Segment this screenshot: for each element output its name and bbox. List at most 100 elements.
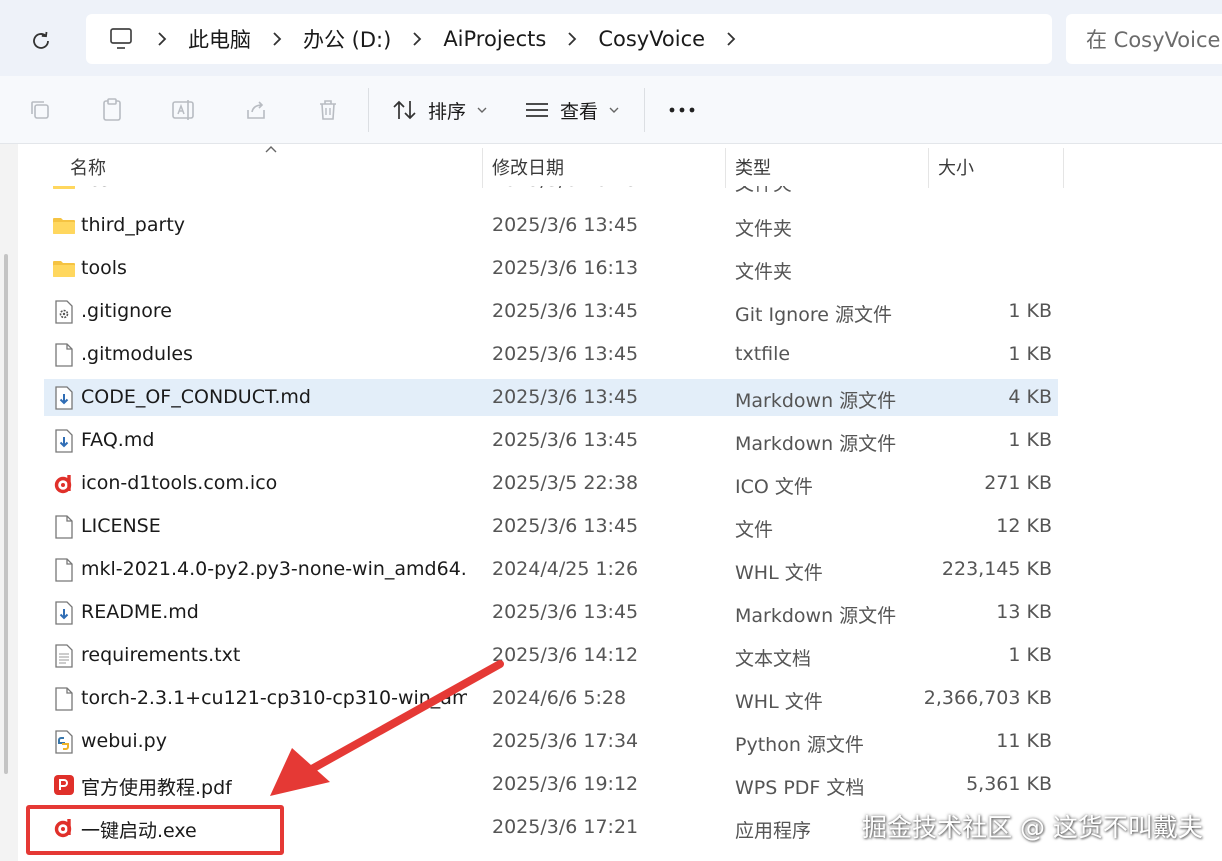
file-name: webui.py [81, 730, 167, 752]
markdown-file-icon [52, 386, 76, 410]
file-name: icon-d1tools.com.ico [81, 472, 278, 494]
file-row[interactable]: third_party 2025/3/6 13:45 文件夹 [44, 207, 1058, 244]
file-date: 2025/3/6 17:21 [492, 816, 639, 838]
file-list: test 2025/3/6 20:15 文件夹 third_party 2025… [18, 168, 1222, 861]
view-label: 查看 [560, 100, 599, 123]
text-file-icon [52, 644, 76, 668]
file-row[interactable]: webui.py 2025/3/6 17:34 Python 源文件 11 KB [44, 723, 1058, 760]
breadcrumb[interactable]: 此电脑 办公 (D:) AiProjects CosyVoice [86, 14, 1052, 64]
file-size: 1 KB [1008, 644, 1052, 666]
file-size: 5,361 KB [966, 773, 1052, 795]
blank-file-icon [52, 343, 76, 367]
column-name[interactable]: 名称 [70, 154, 106, 180]
file-row[interactable]: .gitignore 2025/3/6 13:45 Git Ignore 源文件… [44, 293, 1058, 330]
search-placeholder: 在 CosyVoice 中 [1086, 28, 1222, 52]
breadcrumb-drive-d[interactable]: 办公 (D:) [299, 24, 395, 54]
file-row[interactable]: FAQ.md 2025/3/6 13:45 Markdown 源文件 1 KB [44, 422, 1058, 459]
blank-file-icon [52, 558, 76, 582]
file-type: Markdown 源文件 [735, 390, 897, 412]
d1tools-icon [52, 472, 76, 496]
toolbar-divider [368, 88, 369, 132]
file-size: 4 KB [1008, 386, 1052, 408]
file-type: txtfile [735, 343, 791, 365]
column-divider[interactable] [1063, 148, 1064, 188]
breadcrumb-this-pc[interactable]: 此电脑 [184, 24, 255, 54]
markdown-file-icon [52, 429, 76, 453]
file-row[interactable]: tools 2025/3/6 16:13 文件夹 [44, 250, 1058, 287]
file-row[interactable]: 官方使用教程.pdf 2025/3/6 19:12 WPS PDF 文档 5,3… [44, 766, 1058, 803]
file-name: torch-2.3.1+cu121-cp310-cp310-win_am... [81, 687, 467, 709]
scrollbar-thumb[interactable] [4, 254, 8, 774]
file-type: Python 源文件 [735, 734, 864, 756]
share-icon [247, 101, 265, 119]
column-type[interactable]: 类型 [735, 154, 771, 180]
more-icon [669, 107, 695, 113]
sort-button[interactable]: 排序 [392, 90, 488, 130]
rename-button[interactable] [168, 94, 200, 126]
chevron-right-icon[interactable] [709, 19, 753, 59]
file-type: Markdown 源文件 [735, 433, 897, 455]
file-date: 2025/3/6 16:13 [492, 257, 639, 279]
paste-button[interactable] [96, 94, 128, 126]
chevron-right-icon[interactable] [255, 19, 299, 59]
view-list-icon [526, 103, 548, 117]
file-type: Markdown 源文件 [735, 605, 897, 627]
file-type: WHL 文件 [735, 691, 823, 713]
column-divider[interactable] [725, 148, 726, 188]
file-date: 2024/6/6 5:28 [492, 687, 627, 709]
chevron-down-icon [477, 107, 487, 113]
file-date: 2025/3/6 13:45 [492, 300, 639, 322]
chevron-right-icon[interactable] [140, 19, 184, 59]
file-name: .gitmodules [81, 343, 193, 365]
this-pc-icon[interactable] [102, 27, 140, 51]
breadcrumb-cosyvoice[interactable]: CosyVoice [594, 27, 709, 51]
file-name: 官方使用教程.pdf [81, 777, 232, 799]
file-row[interactable]: mkl-2021.4.0-py2.py3-none-win_amd64.whl … [44, 551, 1058, 588]
delete-button[interactable] [312, 94, 344, 126]
blank-file-icon [52, 687, 76, 711]
chevron-right-icon[interactable] [395, 19, 439, 59]
file-row[interactable]: .gitmodules 2025/3/6 13:45 txtfile 1 KB [44, 336, 1058, 373]
file-size: 1 KB [1008, 429, 1052, 451]
view-button[interactable]: 查看 [524, 90, 620, 130]
file-name: LICENSE [81, 515, 161, 537]
file-name: CODE_OF_CONDUCT.md [81, 386, 311, 408]
share-button[interactable] [240, 94, 272, 126]
rename-icon [172, 100, 194, 120]
file-type: 文件夹 [735, 218, 793, 240]
file-row[interactable]: torch-2.3.1+cu121-cp310-cp310-win_am... … [44, 680, 1058, 717]
file-name: third_party [81, 214, 186, 236]
breadcrumb-aiprojects[interactable]: AiProjects [439, 27, 550, 51]
file-name: .gitignore [81, 300, 172, 322]
file-size: 271 KB [984, 472, 1052, 494]
copy-button[interactable] [24, 94, 56, 126]
file-size: 1 KB [1008, 343, 1052, 365]
file-row[interactable]: LICENSE 2025/3/6 13:45 文件 12 KB [44, 508, 1058, 545]
trash-icon [320, 100, 336, 120]
search-input[interactable]: 在 CosyVoice 中 [1066, 14, 1222, 64]
settings-file-icon [52, 300, 76, 324]
column-divider[interactable] [482, 148, 483, 188]
file-name: tools [81, 257, 127, 279]
chevron-right-icon[interactable] [550, 19, 594, 59]
file-row[interactable]: icon-d1tools.com.ico 2025/3/5 22:38 ICO … [44, 465, 1058, 502]
file-date: 2025/3/6 13:45 [492, 601, 639, 623]
refresh-button[interactable] [22, 22, 60, 60]
column-size[interactable]: 大小 [938, 154, 974, 180]
file-size: 223,145 KB [941, 558, 1052, 580]
sort-ascending-icon [265, 146, 277, 153]
navigation-pane-edge [0, 144, 18, 861]
file-type: 文件 [735, 519, 774, 541]
file-date: 2025/3/6 13:45 [492, 429, 639, 451]
file-row[interactable]: README.md 2025/3/6 13:45 Markdown 源文件 13… [44, 594, 1058, 631]
more-options-button[interactable] [662, 90, 702, 130]
file-row[interactable]: requirements.txt 2025/3/6 14:12 文本文档 1 K… [44, 637, 1058, 674]
command-bar: 排序 查看 [0, 76, 1222, 144]
file-size: 13 KB [996, 601, 1052, 623]
markdown-file-icon [52, 601, 76, 625]
file-type: 应用程序 [735, 820, 812, 842]
file-row-selected[interactable]: CODE_OF_CONDUCT.md 2025/3/6 13:45 Markdo… [44, 379, 1058, 416]
pdf-file-icon [52, 773, 76, 797]
column-date[interactable]: 修改日期 [492, 154, 564, 180]
column-divider[interactable] [928, 148, 929, 188]
